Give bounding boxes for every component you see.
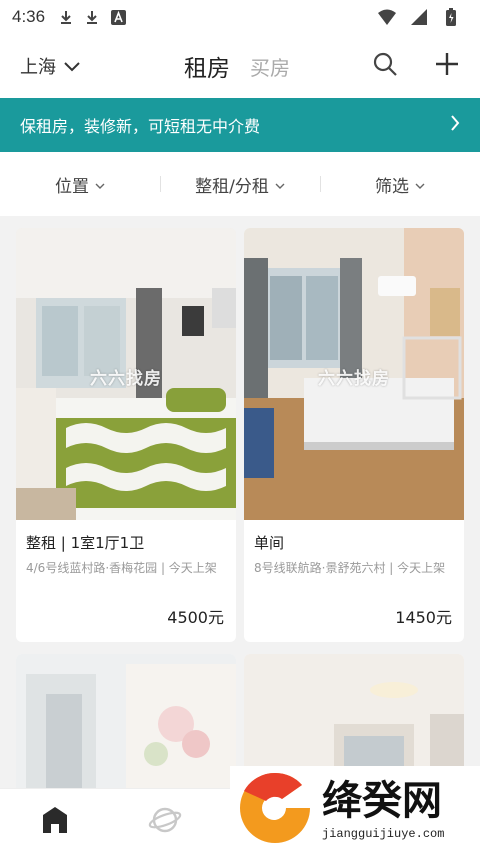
chevron-down-icon	[64, 56, 80, 77]
download-icon	[57, 8, 75, 26]
font-icon	[109, 8, 127, 26]
filter-location[interactable]: 位置	[0, 172, 160, 197]
listing-card[interactable]: 六六找房 单间 8号线联航路·景舒苑六村 | 今天上架 1450元	[244, 228, 464, 642]
listing-photo: 六六找房	[16, 228, 236, 520]
wifi-icon	[378, 8, 396, 26]
photo-watermark: 六六找房	[90, 369, 162, 389]
status-bar: 4:36	[0, 0, 480, 34]
rent-buy-tabs: 租房 买房	[184, 34, 290, 98]
banner-text: 保租房，装修新，可短租无中介费	[20, 117, 261, 136]
logo-name: 绛癸网	[322, 777, 442, 824]
listing-price: 1450元	[395, 608, 452, 627]
filter-rent-type[interactable]: 整租/分租	[160, 172, 320, 197]
chevron-down-icon	[275, 174, 285, 194]
signal-icon	[410, 8, 428, 26]
filter-more[interactable]: 筛选	[320, 172, 480, 197]
chevron-down-icon	[415, 174, 425, 194]
listing-card[interactable]: 六六找房 整租 | 1室1厅1卫 4/6号线蓝村路·香梅花园 | 今天上架 45…	[16, 228, 236, 642]
filter-label: 筛选	[375, 176, 409, 197]
listing-photo: 六六找房	[244, 228, 464, 520]
tab-buy[interactable]: 买房	[250, 52, 290, 81]
battery-icon	[442, 8, 460, 26]
promo-banner[interactable]: 保租房，装修新，可短租无中介费	[0, 98, 480, 152]
city-label: 上海	[20, 57, 56, 78]
city-selector[interactable]: 上海	[20, 53, 80, 79]
nav-home[interactable]	[0, 805, 110, 839]
logo-mark-icon	[236, 769, 314, 851]
home-icon	[39, 805, 71, 839]
chevron-down-icon	[95, 174, 105, 194]
chevron-right-icon	[450, 115, 460, 135]
site-logo: 绛癸网 jiangguijiuye.com	[230, 766, 480, 854]
planet-icon	[148, 805, 182, 839]
listing-title: 整租 | 1室1厅1卫	[26, 534, 145, 552]
download-icon	[83, 8, 101, 26]
search-icon[interactable]	[372, 51, 398, 81]
listing-photo	[16, 654, 236, 794]
listing-price: 4500元	[167, 608, 224, 627]
listing-grid: 六六找房 整租 | 1室1厅1卫 4/6号线蓝村路·香梅花园 | 今天上架 45…	[0, 216, 480, 794]
listing-card[interactable]	[16, 654, 236, 794]
status-time: 4:36	[12, 7, 46, 26]
listing-subtitle: 8号线联航路·景舒苑六村 | 今天上架	[254, 561, 446, 575]
photo-watermark: 六六找房	[318, 369, 390, 389]
filter-label: 位置	[55, 176, 89, 197]
listing-title: 单间	[254, 534, 285, 552]
app-header: 上海 租房 买房	[0, 34, 480, 98]
filter-label: 整租/分租	[195, 176, 269, 197]
nav-explore[interactable]	[110, 805, 220, 839]
plus-icon[interactable]	[434, 51, 460, 81]
tab-rent[interactable]: 租房	[184, 49, 230, 83]
listing-subtitle: 4/6号线蓝村路·香梅花园 | 今天上架	[26, 561, 217, 575]
filter-bar: 位置 整租/分租 筛选	[0, 152, 480, 216]
logo-domain: jiangguijiuye.com	[322, 827, 445, 841]
